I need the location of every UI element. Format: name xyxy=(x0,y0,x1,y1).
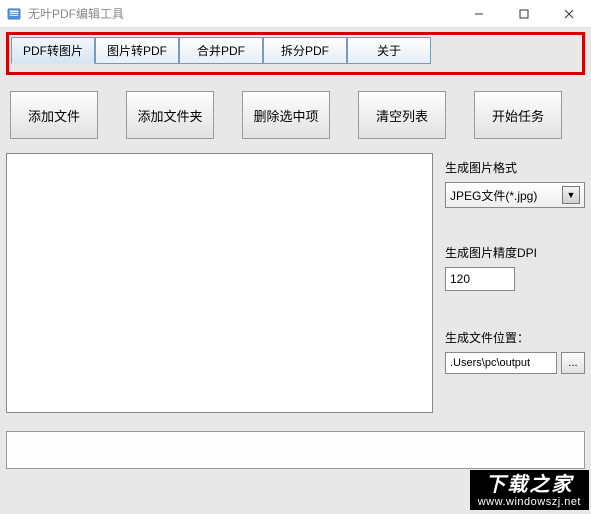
main-area: 生成图片格式 JPEG文件(*.jpg) ▼ 生成图片精度DPI 生成文件位置：… xyxy=(6,153,585,413)
start-task-button[interactable]: 开始任务 xyxy=(474,91,562,139)
toolbar: 添加文件 添加文件夹 删除选中项 清空列表 开始任务 xyxy=(6,81,585,153)
watermark-text: 下载之家 xyxy=(478,474,581,496)
tab-about[interactable]: 关于 xyxy=(347,37,431,64)
format-select-value: JPEG文件(*.jpg) xyxy=(450,187,562,204)
tab-pdf-to-image[interactable]: PDF转图片 xyxy=(11,37,95,64)
tab-bar: PDF转图片 图片转PDF 合并PDF 拆分PDF 关于 xyxy=(11,37,580,64)
output-path-input[interactable] xyxy=(445,352,557,374)
browse-button[interactable]: ... xyxy=(561,352,585,374)
add-file-button[interactable]: 添加文件 xyxy=(10,91,98,139)
tab-image-to-pdf[interactable]: 图片转PDF xyxy=(95,37,179,64)
watermark-url: www.windowszj.net xyxy=(478,496,581,508)
close-button[interactable] xyxy=(546,0,591,28)
side-panel: 生成图片格式 JPEG文件(*.jpg) ▼ 生成图片精度DPI 生成文件位置：… xyxy=(445,153,585,413)
window-body: PDF转图片 图片转PDF 合并PDF 拆分PDF 关于 添加文件 添加文件夹 … xyxy=(0,28,591,514)
format-label: 生成图片格式 xyxy=(445,159,585,176)
dpi-label: 生成图片精度DPI xyxy=(445,244,585,261)
window-controls xyxy=(456,0,591,27)
watermark: 下载之家 www.windowszj.net xyxy=(470,470,589,510)
dpi-input[interactable] xyxy=(445,267,515,291)
app-icon xyxy=(6,6,22,22)
tabs-highlight-frame: PDF转图片 图片转PDF 合并PDF 拆分PDF 关于 xyxy=(6,32,585,75)
remove-selected-button[interactable]: 删除选中项 xyxy=(242,91,330,139)
output-path-label: 生成文件位置： xyxy=(445,329,585,346)
tab-split-pdf[interactable]: 拆分PDF xyxy=(263,37,347,64)
window-title: 无叶PDF编辑工具 xyxy=(28,5,456,22)
minimize-button[interactable] xyxy=(456,0,501,28)
format-select[interactable]: JPEG文件(*.jpg) ▼ xyxy=(445,182,585,208)
add-folder-button[interactable]: 添加文件夹 xyxy=(126,91,214,139)
clear-list-button[interactable]: 清空列表 xyxy=(358,91,446,139)
tab-merge-pdf[interactable]: 合并PDF xyxy=(179,37,263,64)
chevron-down-icon: ▼ xyxy=(562,186,580,204)
maximize-button[interactable] xyxy=(501,0,546,28)
status-box xyxy=(6,431,585,469)
titlebar: 无叶PDF编辑工具 xyxy=(0,0,591,28)
file-list[interactable] xyxy=(6,153,433,413)
output-path-row: ... xyxy=(445,352,585,374)
